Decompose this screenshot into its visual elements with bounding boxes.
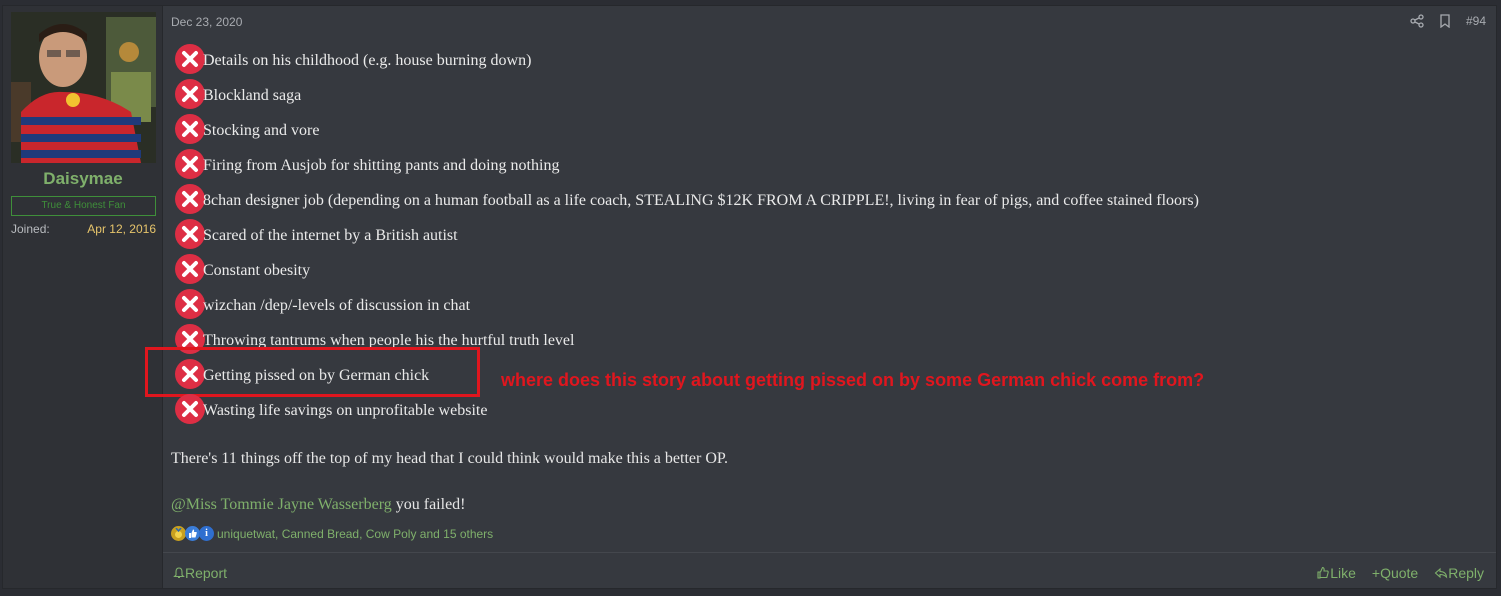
info-icon: i	[199, 526, 214, 541]
report-button[interactable]: Report	[173, 565, 227, 581]
list-item-text: Scared of the internet by a British auti…	[203, 227, 458, 244]
bell-icon	[173, 567, 185, 579]
list-item-text: 8chan designer job (depending on a human…	[203, 192, 1199, 209]
share-icon[interactable]	[1410, 14, 1424, 28]
list-item-text: Stocking and vore	[203, 122, 320, 139]
forum-post: Daisymae True & Honest Fan Joined: Apr 1…	[2, 5, 1497, 589]
cross-mark-icon	[175, 254, 205, 284]
reaction-icons: i	[171, 526, 214, 541]
avatar-image	[11, 12, 156, 163]
thumbs-up-icon	[185, 526, 200, 541]
joined-label: Joined:	[11, 222, 50, 236]
list-item-text: Firing from Ausjob for shitting pants an…	[203, 157, 560, 174]
reactions-bar[interactable]: i uniquetwat, Canned Bread, Cow Poly and…	[171, 526, 493, 541]
quote-label: Quote	[1380, 565, 1419, 581]
cross-mark-icon	[175, 149, 205, 179]
cross-mark-icon	[175, 394, 205, 424]
list-item-text: wizchan /dep/-levels of discussion in ch…	[203, 297, 471, 314]
like-label: Like	[1330, 565, 1356, 581]
cross-mark-icon	[175, 79, 205, 109]
like-button[interactable]: Like	[1316, 565, 1356, 581]
list-item-text: Constant obesity	[203, 262, 311, 279]
post-header-actions: #94	[1410, 14, 1486, 29]
list-item-text: Details on his childhood (e.g. house bur…	[203, 52, 532, 69]
annotation-text: where does this story about getting piss…	[501, 370, 1205, 390]
joined-date: Apr 12, 2016	[87, 222, 156, 236]
avatar[interactable]	[11, 12, 156, 163]
medal-icon	[171, 526, 186, 541]
user-sidebar: Daisymae True & Honest Fan Joined: Apr 1…	[3, 6, 163, 588]
reply-arrow-icon	[1434, 567, 1448, 579]
list-item-text: Blockland saga	[203, 87, 302, 104]
mention-line: @Miss Tommie Jayne Wasserberg you failed…	[171, 496, 466, 514]
post-number[interactable]: #94	[1466, 14, 1486, 28]
cross-mark-icon	[175, 114, 205, 144]
post-main: Dec 23, 2020 #94 Details on his childhoo…	[145, 6, 1496, 590]
footer-actions: Like +Quote Reply	[1316, 565, 1484, 581]
reply-label: Reply	[1448, 565, 1484, 581]
user-mention-link[interactable]: @Miss Tommie Jayne Wasserberg	[171, 496, 392, 513]
post-footer: Report Like +Quote Reply	[163, 552, 1496, 590]
username[interactable]: Daisymae	[3, 169, 163, 189]
list-item-text: Wasting life savings on unprofitable web…	[203, 402, 488, 419]
plus-icon: +	[1371, 565, 1381, 581]
post-summary: There's 11 things off the top of my head…	[171, 450, 728, 467]
highlight-box	[145, 347, 480, 397]
user-title-badge: True & Honest Fan	[11, 196, 156, 216]
reply-button[interactable]: Reply	[1434, 565, 1484, 581]
cross-mark-icon	[175, 289, 205, 319]
post-date[interactable]: Dec 23, 2020	[171, 15, 242, 29]
cross-mark-icon	[175, 184, 205, 214]
thumbs-up-outline-icon	[1317, 566, 1329, 579]
bookmark-icon[interactable]	[1438, 14, 1452, 29]
mention-suffix: you failed!	[391, 496, 466, 513]
cross-mark-icon	[175, 219, 205, 249]
quote-button[interactable]: +Quote	[1372, 565, 1418, 581]
cross-mark-icon	[175, 44, 205, 74]
reactions-list[interactable]: uniquetwat, Canned Bread, Cow Poly and 1…	[217, 527, 493, 541]
report-label: Report	[185, 565, 228, 581]
